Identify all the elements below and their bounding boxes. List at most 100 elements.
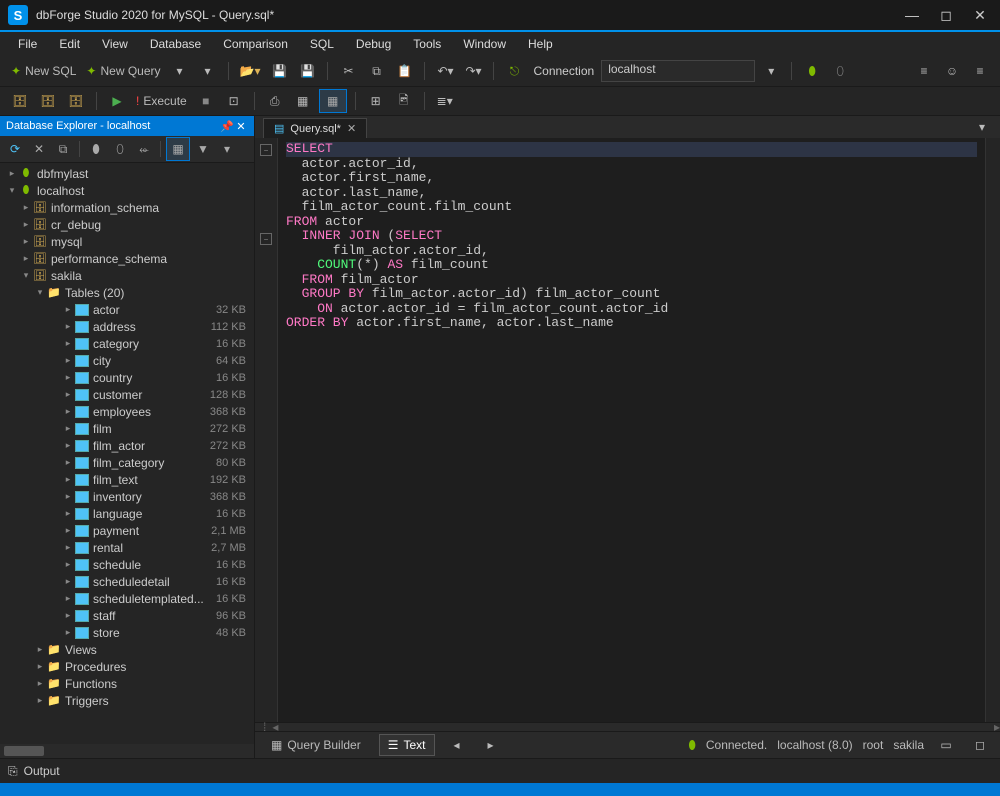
plug-icon-1[interactable]: ⬮: [85, 138, 107, 160]
table-film_actor[interactable]: ▸film_actor272 KB: [0, 437, 254, 454]
section-tables[interactable]: ▾📁Tables (20): [0, 284, 254, 301]
undo-icon[interactable]: ↶▾: [433, 60, 457, 82]
db-icon-2[interactable]: 🗄: [36, 90, 60, 112]
overflow-2[interactable]: ≡: [968, 60, 992, 82]
grid-icon-3[interactable]: ⊞: [364, 90, 388, 112]
plug-icon-3[interactable]: ⬰: [133, 138, 155, 160]
copy-icon[interactable]: ⧉: [364, 60, 388, 82]
run-icon[interactable]: ▶: [105, 90, 129, 112]
table-schedule[interactable]: ▸schedule16 KB: [0, 556, 254, 573]
text-tab[interactable]: ☰Text: [379, 734, 435, 756]
more-icon[interactable]: ≣▾: [433, 90, 457, 112]
menu-view[interactable]: View: [92, 35, 138, 53]
database-sakila[interactable]: ▾🗄sakila: [0, 267, 254, 284]
table-actor[interactable]: ▸actor32 KB: [0, 301, 254, 318]
document-tab[interactable]: ▤ Query.sql* ✕: [263, 118, 367, 138]
table-inventory[interactable]: ▸inventory368 KB: [0, 488, 254, 505]
filter-icon[interactable]: ▼: [192, 138, 214, 160]
table-film_category[interactable]: ▸film_category80 KB: [0, 454, 254, 471]
connection-dbfmylast[interactable]: ▸⬮dbfmylast: [0, 165, 254, 182]
section-triggers[interactable]: ▸📁Triggers: [0, 692, 254, 709]
table-customer[interactable]: ▸customer128 KB: [0, 386, 254, 403]
feedback-icon[interactable]: ☺: [940, 60, 964, 82]
table-employees[interactable]: ▸employees368 KB: [0, 403, 254, 420]
table-staff[interactable]: ▸staff96 KB: [0, 607, 254, 624]
delete-icon[interactable]: ✕: [28, 138, 50, 160]
table-scheduledetail[interactable]: ▸scheduledetail16 KB: [0, 573, 254, 590]
menu-database[interactable]: Database: [140, 35, 211, 53]
maximize-button[interactable]: ◻: [938, 7, 954, 23]
close-tab-icon[interactable]: ✕: [347, 122, 356, 135]
menu-debug[interactable]: Debug: [346, 35, 401, 53]
table-address[interactable]: ▸address112 KB: [0, 318, 254, 335]
table-scheduletemplated...[interactable]: ▸scheduletemplated...16 KB: [0, 590, 254, 607]
pin-icon[interactable]: 📌: [220, 119, 234, 133]
new-query-button[interactable]: ✦New Query: [83, 60, 163, 82]
table-category[interactable]: ▸category16 KB: [0, 335, 254, 352]
layout-icon-1[interactable]: ▭: [934, 734, 958, 756]
grid-icon-2[interactable]: ▦: [319, 89, 347, 113]
menu-window[interactable]: Window: [453, 35, 516, 53]
save-icon[interactable]: 💾: [267, 60, 291, 82]
menu-comparison[interactable]: Comparison: [213, 35, 298, 53]
section-functions[interactable]: ▸📁Functions: [0, 675, 254, 692]
database-cr_debug[interactable]: ▸🗄cr_debug: [0, 216, 254, 233]
database-performance_schema[interactable]: ▸🗄performance_schema: [0, 250, 254, 267]
execute-button[interactable]: !Execute: [133, 90, 190, 112]
output-panel-tab[interactable]: ⎘ Output: [0, 758, 1000, 783]
connection-select[interactable]: localhost: [601, 60, 755, 82]
menu-edit[interactable]: Edit: [49, 35, 90, 53]
menu-tools[interactable]: Tools: [403, 35, 451, 53]
code-area[interactable]: SELECT actor.actor_id, actor.first_name,…: [278, 138, 985, 722]
menu-file[interactable]: File: [8, 35, 47, 53]
connection-localhost[interactable]: ▾⬮localhost: [0, 182, 254, 199]
table-city[interactable]: ▸city64 KB: [0, 352, 254, 369]
snapshot-icon[interactable]: ⎙: [263, 90, 287, 112]
plug-disconnect-icon[interactable]: ⬯: [828, 60, 852, 82]
table-payment[interactable]: ▸payment2,1 MB: [0, 522, 254, 539]
overview-ruler[interactable]: [985, 138, 1000, 722]
plug-icon-2[interactable]: ⬯: [109, 138, 131, 160]
cut-icon[interactable]: ✂: [336, 60, 360, 82]
section-views[interactable]: ▸📁Views: [0, 641, 254, 658]
tab-menu-icon[interactable]: ▾: [970, 116, 994, 138]
dropdown-2[interactable]: ▾: [196, 60, 220, 82]
save-all-icon[interactable]: 💾: [295, 60, 319, 82]
refresh-icon[interactable]: ⟳: [4, 138, 26, 160]
view-mode-icon[interactable]: ▦: [166, 137, 190, 161]
horizontal-splitter[interactable]: ⁞◂ ▸: [255, 722, 1000, 731]
redo-icon[interactable]: ↷▾: [461, 60, 485, 82]
image-icon[interactable]: 🖻: [392, 90, 416, 112]
paste-icon[interactable]: 📋: [392, 60, 416, 82]
plug-connect-icon[interactable]: ⬮: [800, 60, 824, 82]
overflow-1[interactable]: ≡: [912, 60, 936, 82]
sql-editor[interactable]: −− SELECT actor.actor_id, actor.first_na…: [255, 138, 1000, 722]
db-icon-1[interactable]: 🗄: [8, 90, 32, 112]
table-country[interactable]: ▸country16 KB: [0, 369, 254, 386]
database-information_schema[interactable]: ▸🗄information_schema: [0, 199, 254, 216]
close-window-button[interactable]: ✕: [972, 7, 988, 23]
close-panel-icon[interactable]: ✕: [234, 119, 248, 133]
fold-gutter[interactable]: −−: [255, 138, 278, 722]
grid-icon-1[interactable]: ▦: [291, 90, 315, 112]
connection-dropdown[interactable]: ▾: [759, 60, 783, 82]
db-icon-3[interactable]: 🗄: [64, 90, 88, 112]
menu-help[interactable]: Help: [518, 35, 563, 53]
explorer-hscroll[interactable]: [0, 744, 254, 758]
table-rental[interactable]: ▸rental2,7 MB: [0, 539, 254, 556]
step-icon[interactable]: ⊡: [222, 90, 246, 112]
menu-sql[interactable]: SQL: [300, 35, 344, 53]
table-film_text[interactable]: ▸film_text192 KB: [0, 471, 254, 488]
next-icon[interactable]: ▸: [479, 734, 503, 756]
open-icon[interactable]: 📂▾: [237, 60, 264, 82]
prev-icon[interactable]: ◂: [445, 734, 469, 756]
window-icon[interactable]: ⧉: [52, 138, 74, 160]
table-store[interactable]: ▸store48 KB: [0, 624, 254, 641]
section-procedures[interactable]: ▸📁Procedures: [0, 658, 254, 675]
more-dropdown[interactable]: ▾: [216, 138, 238, 160]
table-film[interactable]: ▸film272 KB: [0, 420, 254, 437]
layout-icon-2[interactable]: ◻: [968, 734, 992, 756]
query-builder-tab[interactable]: ▦Query Builder: [263, 735, 369, 755]
explorer-tree[interactable]: ▸⬮dbfmylast▾⬮localhost▸🗄information_sche…: [0, 163, 254, 744]
dropdown-1[interactable]: ▾: [168, 60, 192, 82]
